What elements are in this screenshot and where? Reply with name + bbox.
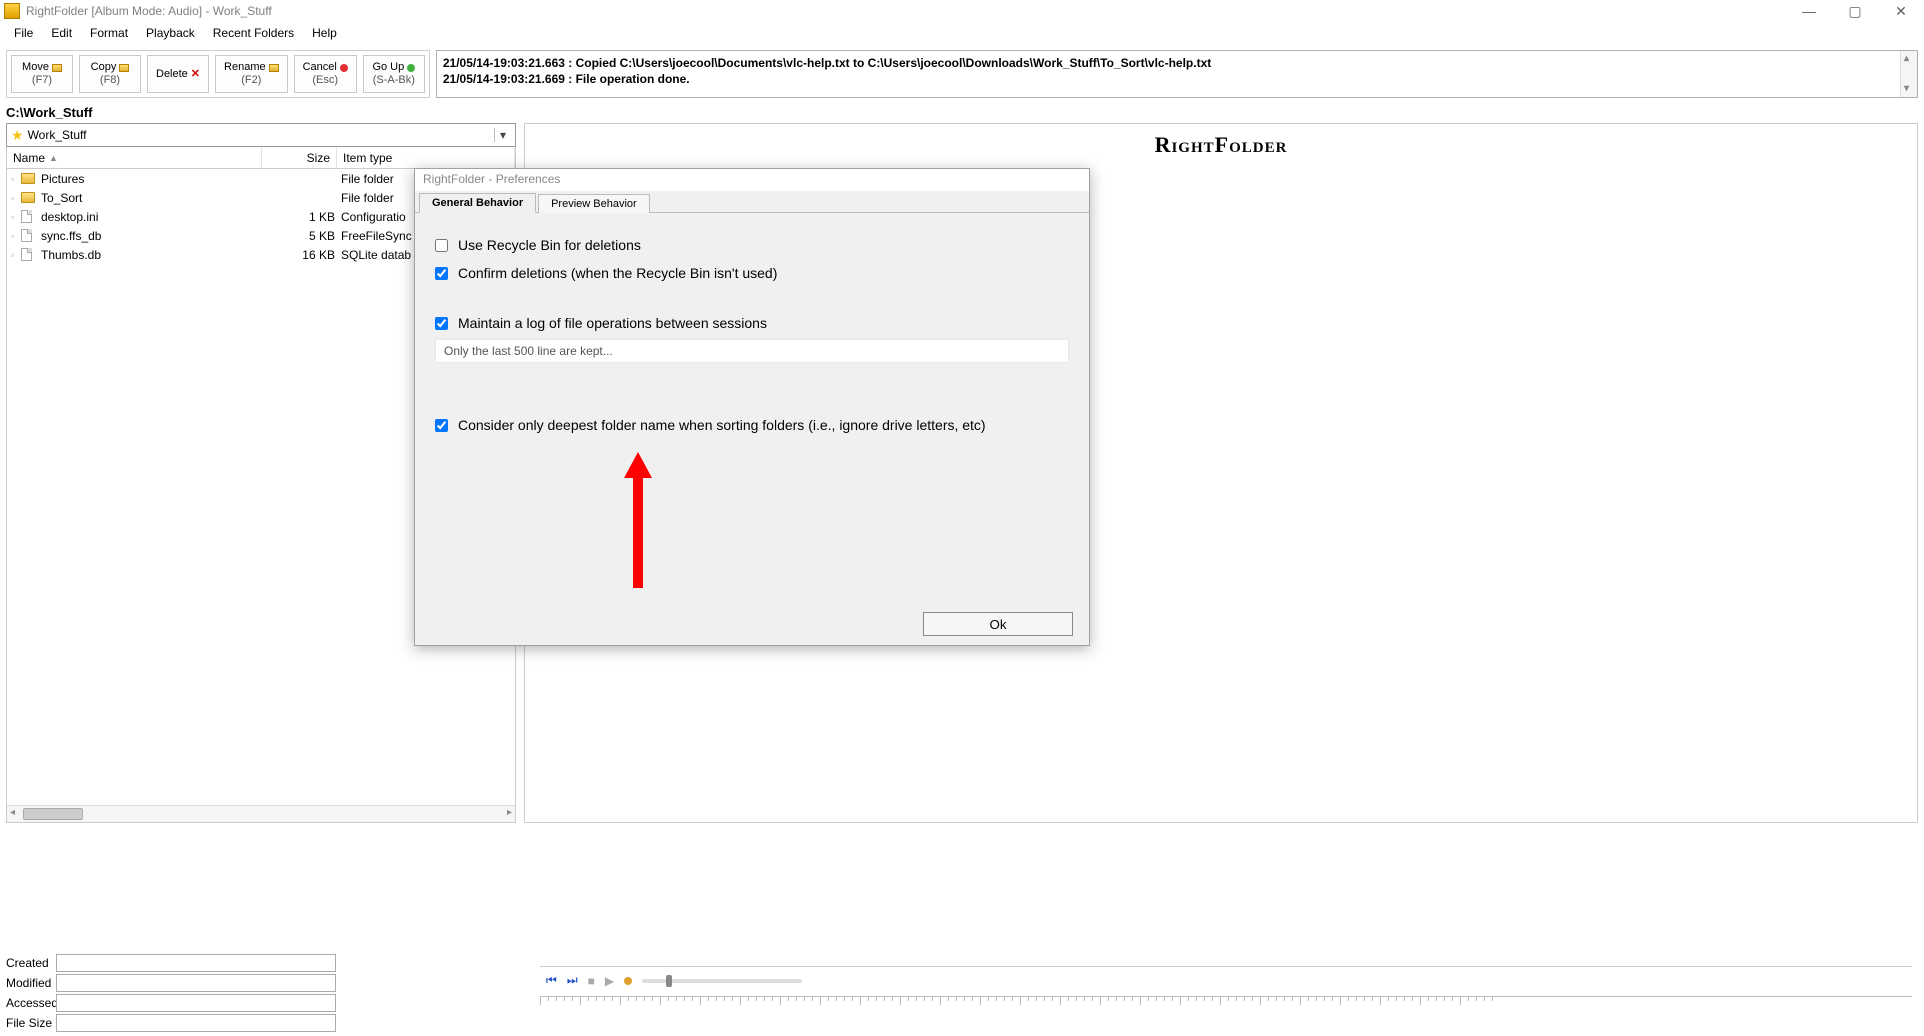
volume-icon	[624, 977, 632, 985]
modified-label: Modified	[6, 976, 56, 990]
file-icon	[21, 248, 32, 261]
goup-button[interactable]: Go Up (S-A-Bk)	[363, 55, 425, 93]
expand-icon: ▫	[11, 193, 21, 203]
dialog-title: RightFolder - Preferences	[415, 169, 1089, 191]
stop-button[interactable]: ■	[588, 974, 595, 988]
move-button[interactable]: Move (F7)	[11, 55, 73, 93]
maximize-button[interactable]: ▢	[1832, 0, 1878, 22]
created-field[interactable]	[56, 954, 336, 972]
sort-asc-icon: ▲	[49, 153, 58, 163]
toolbar: Move (F7) Copy (F8) Delete✕ Rename (F2) …	[6, 50, 430, 98]
checkbox-confirm-deletions[interactable]	[435, 267, 448, 280]
ok-button[interactable]: Ok	[923, 612, 1073, 636]
accessed-label: Accessed	[6, 996, 56, 1010]
delete-button[interactable]: Delete✕	[147, 55, 209, 93]
menu-recent-folders[interactable]: Recent Folders	[205, 24, 302, 42]
label-maintain-log: Maintain a log of file operations betwee…	[458, 315, 767, 331]
log-line: 21/05/14-19:03:21.663 : Copied C:\Users\…	[443, 55, 1911, 71]
folder-icon	[269, 64, 279, 72]
folder-icon	[21, 192, 35, 203]
accessed-field[interactable]	[56, 994, 336, 1012]
tab-preview-behavior[interactable]: Preview Behavior	[538, 194, 650, 213]
folder-icon	[119, 64, 129, 72]
col-type[interactable]: Item type	[337, 147, 515, 168]
log-panel: 21/05/14-19:03:21.663 : Copied C:\Users\…	[436, 50, 1918, 98]
rename-button[interactable]: Rename (F2)	[215, 55, 288, 93]
tab-general-behavior[interactable]: General Behavior	[419, 193, 536, 213]
log-limit-note: Only the last 500 line are kept...	[435, 339, 1069, 363]
filesize-label: File Size	[6, 1016, 56, 1030]
minimize-button[interactable]: —	[1786, 0, 1832, 22]
up-icon	[407, 64, 415, 72]
label-deepest-folder: Consider only deepest folder name when s…	[458, 417, 986, 433]
menu-format[interactable]: Format	[82, 24, 136, 42]
log-line: 21/05/14-19:03:21.669 : File operation d…	[443, 71, 1911, 87]
label-recycle-bin: Use Recycle Bin for deletions	[458, 237, 641, 253]
menu-edit[interactable]: Edit	[43, 24, 80, 42]
media-bar: ⏮ ⏭ ■ ▶	[540, 966, 1912, 1016]
copy-button[interactable]: Copy (F8)	[79, 55, 141, 93]
close-button[interactable]: ✕	[1878, 0, 1924, 22]
created-label: Created	[6, 956, 56, 970]
prev-track-button[interactable]: ⏮	[546, 973, 557, 988]
folder-combo[interactable]: ★ Work_Stuff ▾	[6, 123, 516, 147]
column-headers: Name▲ Size Item type	[6, 147, 516, 169]
checkbox-deepest-folder[interactable]	[435, 419, 448, 432]
col-size[interactable]: Size	[262, 147, 337, 168]
stop-icon	[340, 64, 348, 72]
play-button[interactable]: ▶	[605, 974, 614, 988]
menu-help[interactable]: Help	[304, 24, 345, 42]
log-scrollbar[interactable]	[1900, 51, 1917, 97]
preferences-dialog: RightFolder - Preferences General Behavi…	[414, 168, 1090, 646]
expand-icon: ▫	[11, 174, 21, 184]
expand-icon: ▫	[11, 212, 21, 222]
menu-playback[interactable]: Playback	[138, 24, 203, 42]
brand-label: RightFolder	[1155, 132, 1288, 158]
expand-icon: ▫	[11, 250, 21, 260]
filesize-field[interactable]	[56, 1014, 336, 1032]
star-icon: ★	[11, 127, 24, 144]
label-confirm-deletions: Confirm deletions (when the Recycle Bin …	[458, 265, 777, 281]
timeline-ruler[interactable]	[540, 996, 1912, 1010]
chevron-down-icon[interactable]: ▾	[494, 128, 511, 142]
x-icon: ✕	[191, 68, 200, 81]
volume-slider[interactable]	[642, 979, 802, 983]
file-icon	[21, 229, 32, 242]
horizontal-scrollbar[interactable]	[7, 805, 515, 822]
cancel-button[interactable]: Cancel (Esc)	[294, 55, 357, 93]
menu-bar: File Edit Format Playback Recent Folders…	[0, 22, 1924, 44]
next-track-button[interactable]: ⏭	[567, 973, 578, 988]
title-bar: RightFolder [Album Mode: Audio] - Work_S…	[0, 0, 1924, 22]
checkbox-maintain-log[interactable]	[435, 317, 448, 330]
col-name[interactable]: Name▲	[7, 147, 262, 168]
properties-panel: Created Modified Accessed File Size	[6, 954, 336, 1032]
expand-icon: ▫	[11, 231, 21, 241]
modified-field[interactable]	[56, 974, 336, 992]
folder-icon	[52, 64, 62, 72]
app-icon	[4, 3, 20, 19]
file-icon	[21, 210, 32, 223]
window-title: RightFolder [Album Mode: Audio] - Work_S…	[26, 4, 272, 18]
checkbox-recycle-bin[interactable]	[435, 239, 448, 252]
folder-icon	[21, 173, 35, 184]
menu-file[interactable]: File	[6, 24, 41, 42]
current-path: C:\Work_Stuff	[0, 102, 1924, 123]
